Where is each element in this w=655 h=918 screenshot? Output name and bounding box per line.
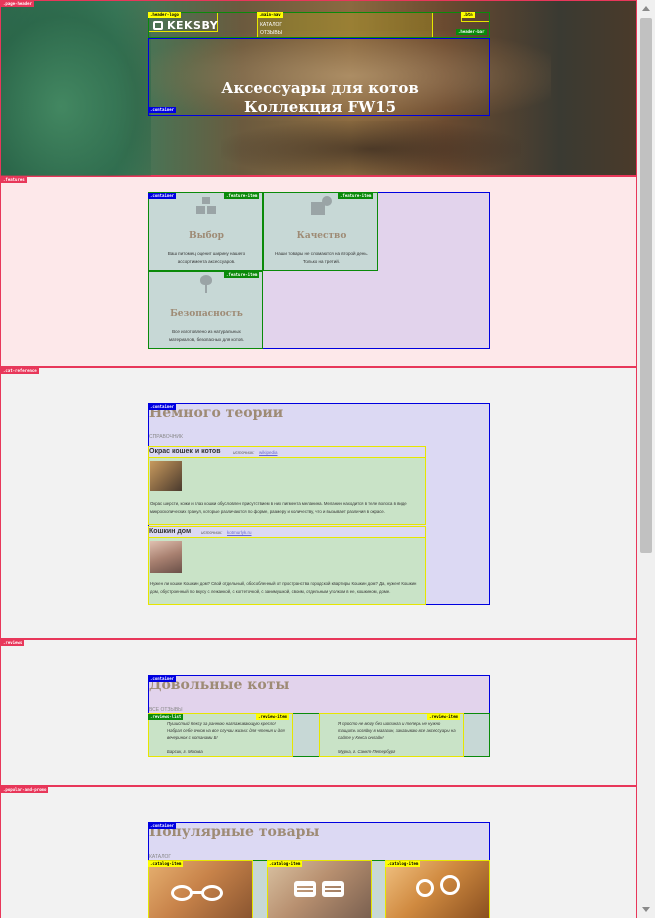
feature-item-safety: Безопасность Все изготовлено из натураль…	[148, 271, 263, 349]
review-item-tag: .review-item	[427, 714, 460, 720]
article-text: Нужен ли кошке Кошкин дом? Свой отдельны…	[150, 581, 417, 594]
features-tag: .features	[1, 177, 27, 183]
main-nav-tag: .main-nav	[257, 12, 283, 18]
catalog-item-tag: .catalog-item	[267, 861, 303, 867]
glasses-icon	[171, 883, 231, 903]
page-title-line1: Аксессуары для котов	[221, 79, 419, 97]
popular-container-tag: .container	[148, 823, 177, 829]
feature-item-tag: .feature-item	[338, 193, 374, 199]
cat-reference-tag: .cat-reference	[1, 368, 39, 374]
theory-container-tag: .container	[148, 404, 177, 410]
header-bar-tag: .header-bar	[456, 29, 487, 35]
scrollbar-thumb[interactable]	[640, 18, 652, 553]
scroll-down-icon[interactable]	[642, 907, 650, 912]
header-container: Аксессуары для котов Коллекция FW15	[148, 38, 490, 116]
header-logo-tag: .header-logo	[148, 12, 181, 18]
article-image	[150, 461, 182, 491]
scroll-up-icon[interactable]	[642, 6, 650, 11]
vertical-scrollbar[interactable]	[637, 0, 655, 918]
header-bar	[148, 12, 490, 38]
article-body: Нужен ли кошке Кошкин дом? Свой отдельны…	[148, 537, 426, 605]
reviews-container-tag: .container	[148, 676, 177, 682]
header-container-tag: .container	[148, 107, 177, 113]
article-body: Окрас шерсти, кожи и глаз кошки обусловл…	[148, 457, 426, 525]
reviews-tag: .reviews	[1, 640, 25, 646]
catalog-item[interactable]	[385, 860, 490, 918]
catalog-item[interactable]	[148, 860, 253, 918]
review-text: Пушистый Кексу за раннюю наглаживающую к…	[167, 721, 285, 740]
section-subtitle[interactable]: СПРАВОЧНИК	[149, 434, 183, 440]
article-image	[150, 541, 182, 573]
feature-text: Наши товары не сломаются на второй день.…	[275, 251, 368, 264]
feature-item-choice: Выбор Ваш питомец оценит ширину нашего а…	[148, 192, 263, 271]
article-title: Кошкин дом	[149, 528, 192, 535]
catalog-item[interactable]	[267, 860, 372, 918]
round-glasses-icon	[416, 875, 466, 899]
reviews-list-tag: .reviews-list	[148, 714, 184, 720]
hero-pillow	[1, 1, 151, 177]
review-author: Мурка, г. Санкт-Петербург	[338, 749, 396, 754]
review-text: Я просто не могу без шопинга и теперь не…	[338, 721, 456, 740]
header-btn-tag: .btn	[461, 12, 475, 18]
page-title-line2: Коллекция FW15	[243, 98, 397, 116]
catalog-item-tag: .catalog-item	[148, 861, 184, 867]
feature-title: Безопасность	[170, 309, 243, 319]
leaf-icon	[198, 275, 214, 293]
feature-title: Качество	[296, 231, 347, 241]
page-header-tag: .page-header	[1, 1, 34, 7]
feature-item-tag: .feature-item	[224, 193, 260, 199]
feature-text: Ваш питомец оценит ширину нашего ассорти…	[167, 251, 246, 264]
article-source-label: источник:	[201, 530, 223, 535]
article-text: Окрас шерсти, кожи и глаз кошки обусловл…	[150, 501, 407, 514]
feature-item-quality: Качество Наши товары не сломаются на вто…	[263, 192, 378, 271]
feature-title: Выбор	[189, 231, 224, 241]
popular-tag: .popular-and-promo	[1, 787, 49, 793]
boxes-icon	[196, 197, 216, 215]
features-container-tag: .container	[148, 193, 177, 199]
review-item-tag: .review-item	[256, 714, 289, 720]
article-source-label: источник:	[233, 450, 255, 455]
catalog-item-tag: .catalog-item	[385, 861, 421, 867]
article-title: Окрас кошек и котов	[149, 448, 221, 455]
article-source-link[interactable]: wikipedia	[259, 450, 278, 455]
hero-fur-dark	[221, 121, 521, 177]
page-title: Аксессуары для котов Коллекция FW15	[149, 79, 491, 117]
box-check-icon	[311, 196, 333, 215]
feature-item-tag: .feature-item	[224, 272, 260, 278]
article-source-link[interactable]: kotmurlyk.ru	[227, 530, 252, 535]
shutter-glasses-icon	[294, 879, 346, 901]
review-author: Барсик, г. Москва	[167, 749, 203, 754]
feature-text: Все изготовлено из натуральных материало…	[169, 329, 244, 342]
